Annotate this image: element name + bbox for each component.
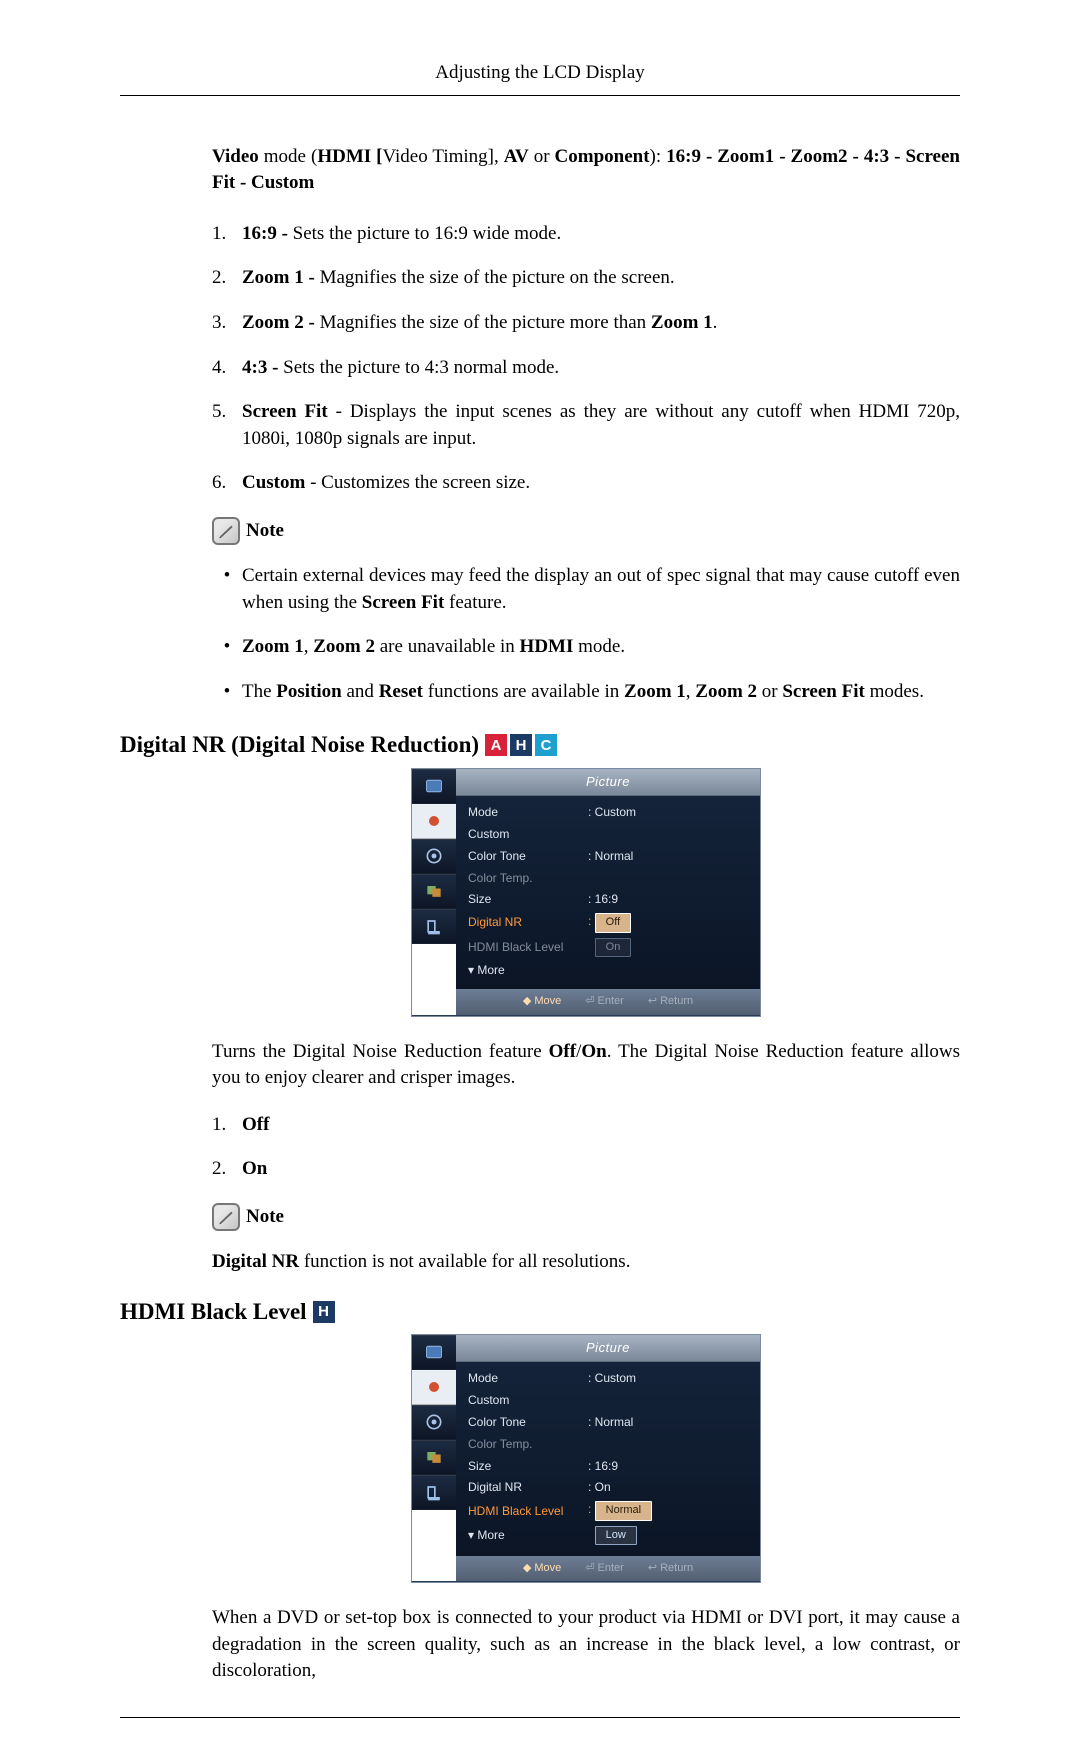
note-icon [212, 517, 240, 545]
osd-hint-return: ↩ Return [648, 994, 693, 1009]
osd-rows: Mode: Custom Custom Color Tone: Normal C… [456, 796, 760, 990]
osd-sidebar [412, 1335, 456, 1581]
list-item: 3.Zoom 2 - Magnifies the size of the pic… [212, 310, 960, 337]
badge-h-icon: H [313, 1301, 335, 1323]
osd-row: Color Tone: Normal [456, 845, 760, 867]
osd-row: Color Temp. [456, 867, 760, 889]
osd-row: ▾ More [456, 959, 760, 981]
osd-row: Size: 16:9 [456, 889, 760, 911]
info-tab-icon [412, 1475, 456, 1510]
list-item: 4.4:3 - Sets the picture to 4:3 normal m… [212, 355, 960, 382]
mode-badges: A H C [485, 734, 557, 756]
section-digital-nr: Digital NR (Digital Noise Reduction) A H… [120, 729, 960, 761]
note-icon [212, 1203, 240, 1231]
dnr-note-text: Digital NR function is not available for… [212, 1249, 960, 1276]
osd-row-highlight: Digital NR: Off [456, 911, 760, 935]
osd-hint-enter: ⏎ Enter [585, 1561, 624, 1576]
osd-sidebar [412, 769, 456, 1015]
osd-footer: ◆ Move ⏎ Enter ↩ Return [456, 1556, 760, 1581]
note-heading: Note [212, 1203, 960, 1231]
osd-row-highlight: HDMI Black Level: Normal [456, 1499, 760, 1523]
list-item: •Certain external devices may feed the d… [212, 563, 960, 616]
osd-row: Custom [456, 1390, 760, 1412]
osd-row: Mode: Custom [456, 802, 760, 824]
badge-c-icon: C [535, 734, 557, 756]
digital-nr-desc: Turns the Digital Noise Reduction featur… [212, 1039, 960, 1092]
mode-badges: H [313, 1301, 335, 1323]
multi-tab-icon [412, 1440, 456, 1475]
page-header: Adjusting the LCD Display [120, 60, 960, 96]
osd-row: Mode: Custom [456, 1368, 760, 1390]
page-footer-rule [120, 1717, 960, 1718]
size-options-list: 1.16:9 - Sets the picture to 16:9 wide m… [212, 221, 960, 497]
osd-title: Picture [456, 769, 760, 796]
sound-tab-icon [412, 804, 456, 839]
video-mode-intro: Video mode (HDMI [Video Timing], AV or C… [212, 144, 960, 197]
section-hdmi-black-level: HDMI Black Level H [120, 1296, 960, 1328]
osd-option: On [595, 938, 632, 957]
hdmi-black-level-desc: When a DVD or set-top box is connected t… [212, 1605, 960, 1685]
sound-tab-icon [412, 1370, 456, 1405]
osd-option-selected: Normal [595, 1501, 652, 1520]
list-item: 1.Off [212, 1112, 960, 1139]
osd-row: Size: 16:9 [456, 1455, 760, 1477]
osd-hint-enter: ⏎ Enter [585, 994, 624, 1009]
badge-a-icon: A [485, 734, 507, 756]
section-title: Digital NR (Digital Noise Reduction) [120, 729, 479, 761]
note-list: •Certain external devices may feed the d… [212, 563, 960, 705]
note-heading: Note [212, 517, 960, 545]
osd-option: Low [595, 1526, 637, 1545]
note-label: Note [246, 518, 284, 545]
badge-h-icon: H [510, 734, 532, 756]
page-title: Adjusting the LCD Display [435, 62, 645, 83]
osd-row: HDMI Black Level: On [456, 935, 760, 959]
osd-option-selected: Off [595, 913, 631, 932]
setup-tab-icon [412, 839, 456, 874]
list-item: •Zoom 1, Zoom 2 are unavailable in HDMI … [212, 634, 960, 661]
list-item: 1.16:9 - Sets the picture to 16:9 wide m… [212, 221, 960, 248]
osd-row: Color Tone: Normal [456, 1412, 760, 1434]
info-tab-icon [412, 909, 456, 944]
content-body: Video mode (HDMI [Video Timing], AV or C… [120, 144, 960, 1685]
list-item: 6.Custom - Customizes the screen size. [212, 470, 960, 497]
dnr-options-list: 1.Off 2.On [212, 1112, 960, 1183]
osd-row: Digital NR: On [456, 1477, 760, 1499]
intro-video-bold: Video [212, 146, 259, 167]
multi-tab-icon [412, 874, 456, 909]
osd-hint-move: ◆ Move [523, 1561, 561, 1576]
list-item: 2.Zoom 1 - Magnifies the size of the pic… [212, 265, 960, 292]
list-item: 2.On [212, 1156, 960, 1183]
list-item: •The Position and Reset functions are av… [212, 679, 960, 706]
osd-picture-menu: Picture Mode: Custom Custom Color Tone: … [411, 1334, 761, 1583]
osd-picture-menu: Picture Mode: Custom Custom Color Tone: … [411, 768, 761, 1017]
osd-row: Custom [456, 823, 760, 845]
osd-footer: ◆ Move ⏎ Enter ↩ Return [456, 989, 760, 1014]
osd-hint-move: ◆ Move [523, 994, 561, 1009]
note-label: Note [246, 1204, 284, 1231]
osd-row: Color Temp. [456, 1433, 760, 1455]
setup-tab-icon [412, 1405, 456, 1440]
osd-hint-return: ↩ Return [648, 1561, 693, 1576]
osd-title: Picture [456, 1335, 760, 1362]
list-item: 5.Screen Fit - Displays the input scenes… [212, 399, 960, 452]
section-title: HDMI Black Level [120, 1296, 307, 1328]
picture-tab-icon [412, 1335, 456, 1370]
picture-tab-icon [412, 769, 456, 804]
